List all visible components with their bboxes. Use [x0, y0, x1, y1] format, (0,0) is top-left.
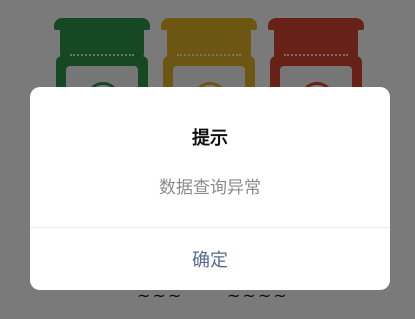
dialog-message: 数据查询异常: [159, 178, 261, 198]
app-screen: ▲ ◎ ♥ ~~~ ~~~~ 提示 数据查询异常 确定: [0, 0, 415, 319]
dialog-title: 提示: [192, 128, 228, 149]
confirm-button[interactable]: 确定: [30, 228, 390, 290]
alert-dialog: 提示 数据查询异常 确定: [30, 87, 390, 290]
